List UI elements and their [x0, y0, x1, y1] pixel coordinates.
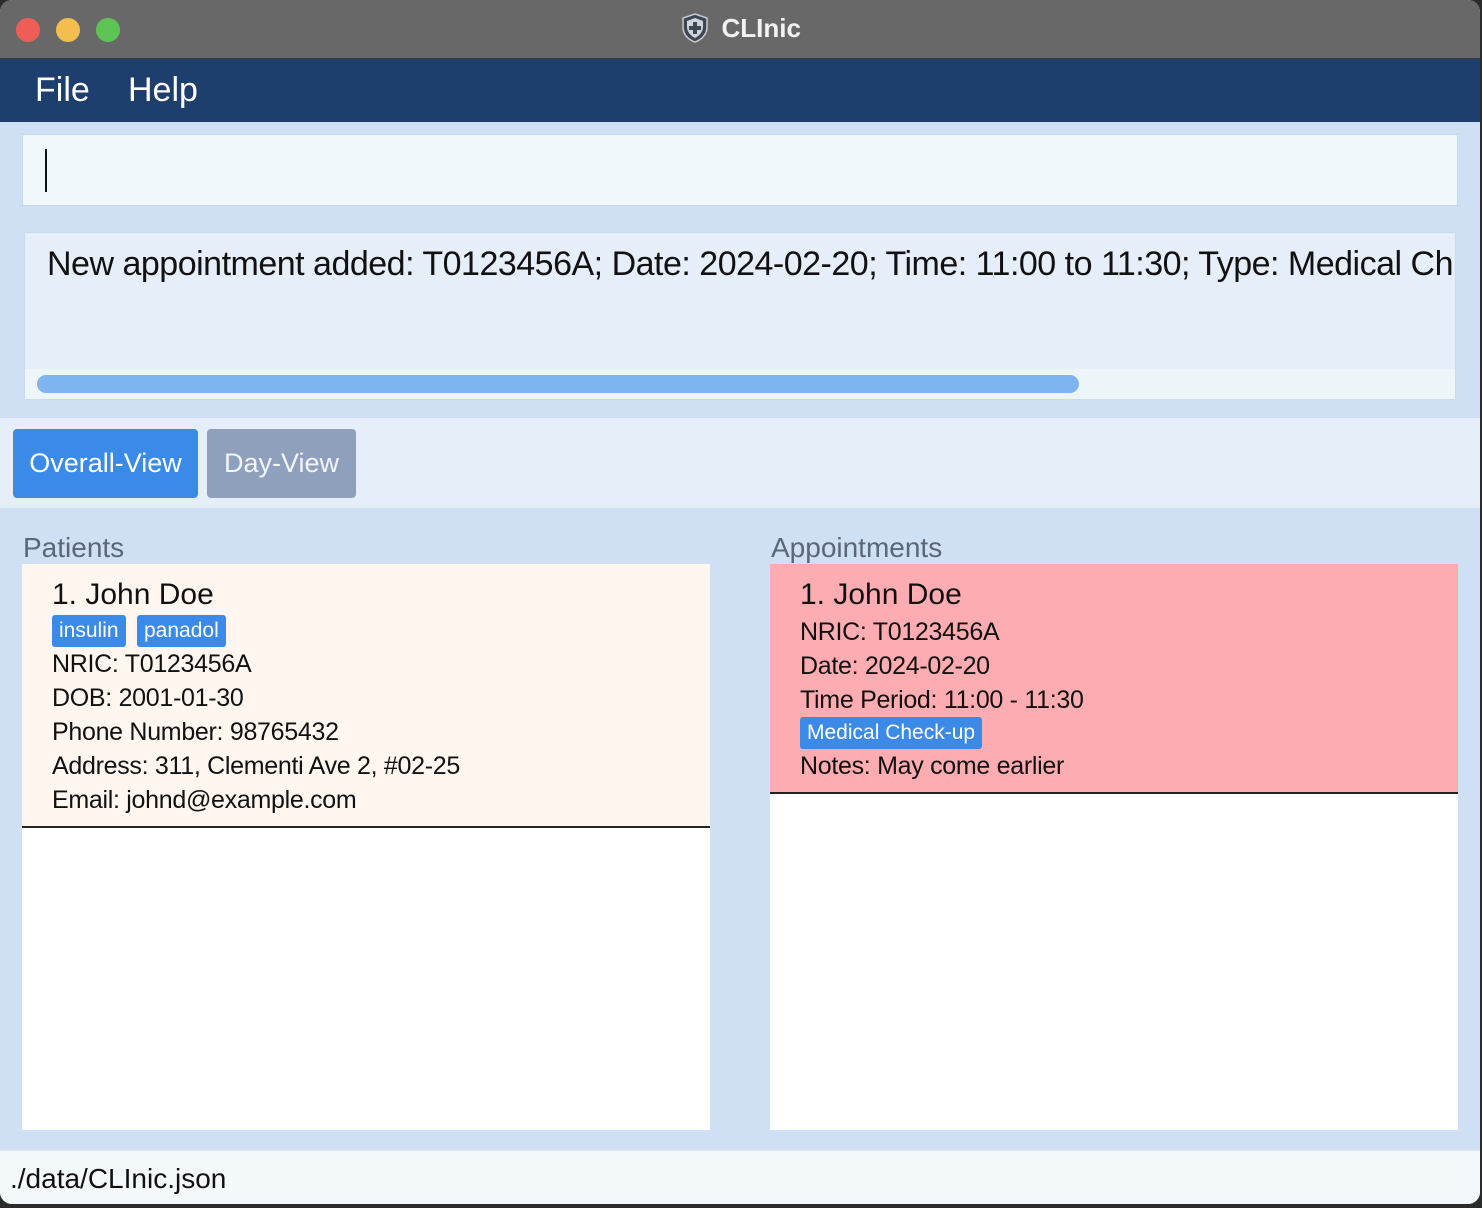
result-area: New appointment added: T0123456A; Date: …	[0, 218, 1480, 416]
patient-address: Address: 311, Clementi Ave 2, #02-25	[52, 752, 460, 780]
patients-heading: Patients	[23, 532, 125, 563]
lists-area: Patients Appointments 1. John Doe insuli…	[0, 510, 1480, 1150]
patient-email: Email: johnd@example.com	[52, 786, 357, 814]
appointment-time: Time Period: 11:00 - 11:30	[800, 686, 1084, 714]
tab-day-view[interactable]: Day-View	[207, 429, 356, 498]
shield-icon	[679, 12, 711, 44]
appointment-patient-name: 1. John Doe	[800, 578, 962, 611]
data-file-path: ./data/CLInic.json	[10, 1163, 227, 1194]
horizontal-scrollbar[interactable]	[25, 369, 1455, 399]
appointment-date: Date: 2024-02-20	[800, 652, 990, 680]
appointment-type-tag: Medical Check-up	[800, 717, 983, 749]
menu-file[interactable]: File	[35, 71, 90, 110]
patient-phone: Phone Number: 98765432	[52, 718, 339, 746]
tab-overall-view[interactable]: Overall-View	[13, 429, 198, 498]
appointment-card[interactable]: 1. John Doe NRIC: T0123456A Date: 2024-0…	[770, 564, 1458, 794]
patient-tag: panadol	[137, 615, 226, 647]
menu-bar: File Help	[0, 59, 1480, 122]
result-display: New appointment added: T0123456A; Date: …	[24, 232, 1456, 400]
patient-tag: insulin	[52, 615, 126, 647]
scrollbar-thumb[interactable]	[37, 375, 1079, 393]
appointment-nric: NRIC: T0123456A	[800, 618, 1000, 646]
appointment-notes: Notes: May come earlier	[800, 752, 1065, 780]
patient-list[interactable]: 1. John Doe insulin panadol NRIC: T01234…	[22, 564, 710, 1130]
patient-card[interactable]: 1. John Doe insulin panadol NRIC: T01234…	[22, 564, 710, 828]
patient-nric: NRIC: T0123456A	[52, 650, 252, 678]
window-title: CLInic	[721, 12, 801, 43]
view-tabs: Overall-View Day-View	[0, 418, 1480, 508]
menu-help[interactable]: Help	[128, 71, 198, 110]
app-window: CLInic File Help New appointment added: …	[0, 0, 1480, 1204]
appointment-list[interactable]: 1. John Doe NRIC: T0123456A Date: 2024-0…	[770, 564, 1458, 1130]
command-area	[0, 122, 1480, 216]
appointments-heading: Appointments	[771, 532, 943, 563]
patient-name: 1. John Doe	[52, 578, 214, 611]
command-input[interactable]	[22, 134, 1458, 206]
patient-dob: DOB: 2001-01-30	[52, 684, 244, 712]
result-message: New appointment added: T0123456A; Date: …	[47, 245, 1453, 283]
text-caret	[45, 149, 47, 192]
title-bar: CLInic	[0, 0, 1480, 59]
status-bar: ./data/CLInic.json	[0, 1150, 1480, 1204]
